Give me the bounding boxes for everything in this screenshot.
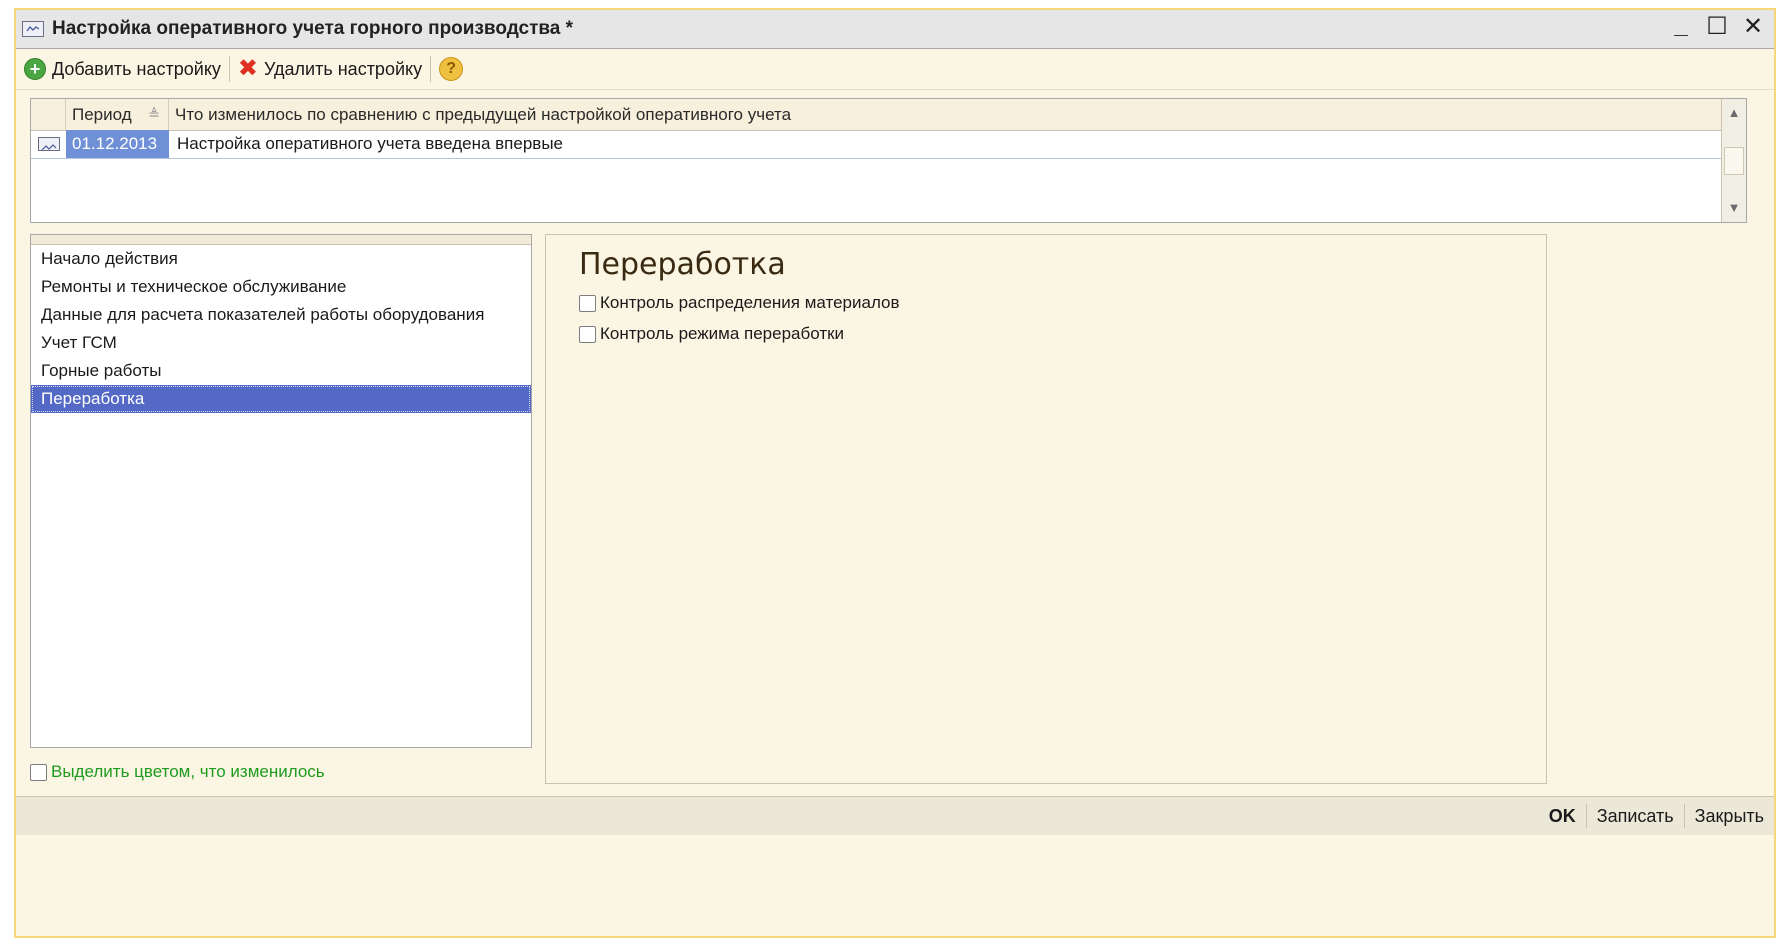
nav-item-fuel[interactable]: Учет ГСМ [31,329,531,357]
plus-icon: + [24,58,46,80]
delete-setting-button[interactable]: ✖ Удалить настройку [230,52,430,86]
table-row[interactable]: 01.12.2013 Настройка оперативного учета … [31,130,1722,159]
close-form-button[interactable]: Закрыть [1685,806,1774,827]
window-title: Настройка оперативного учета горного про… [52,18,574,39]
section-title: Переработка [579,247,786,282]
processing-mode-control[interactable]: Контроль режима переработки [579,324,844,344]
add-setting-button[interactable]: + Добавить настройку [16,52,229,86]
nav-item-processing[interactable]: Переработка [31,385,531,413]
row-description-cell[interactable]: Настройка оперативного учета введена впе… [169,130,1722,158]
processing-mode-checkbox[interactable] [579,325,596,343]
toolbar: + Добавить настройку ✖ Удалить настройку… [16,49,1774,90]
settings-window: Настройка оперативного учета горного про… [14,8,1776,938]
scroll-up-arrow-icon[interactable]: ▲ [1722,99,1746,127]
header-period[interactable]: Период ≜ [66,99,169,130]
material-distribution-control[interactable]: Контроль распределения материалов [579,293,900,313]
header-description[interactable]: Что изменилось по сравнению с предыдущей… [169,99,1722,130]
settings-history-table: Период ≜ Что изменилось по сравнению с п… [30,98,1747,223]
delete-setting-label: Удалить настройку [264,58,423,79]
row-period-cell[interactable]: 01.12.2013 [66,130,169,158]
table-header: Период ≜ Что изменилось по сравнению с п… [31,99,1722,131]
sort-ascending-icon: ≜ [148,106,160,122]
settings-section-list: Начало действия Ремонты и техническое об… [30,234,532,748]
nav-item-equipment-data[interactable]: Данные для расчета показателей работы об… [31,301,531,329]
delete-x-icon: ✖ [237,55,259,82]
vertical-scrollbar[interactable]: ▲ ▼ [1721,99,1746,222]
settings-panel: Переработка Контроль распределения матер… [545,234,1547,784]
scroll-thumb[interactable] [1724,147,1744,175]
add-setting-label: Добавить настройку [52,58,221,79]
maximize-button[interactable]: ☐ [1706,12,1728,41]
window-controls: _ ☐ ✕ [1670,12,1764,41]
close-button[interactable]: ✕ [1742,12,1764,41]
record-icon [37,137,60,151]
highlight-changes-label: Выделить цветом, что изменилось [51,762,325,781]
save-button[interactable]: Записать [1587,806,1684,827]
list-header [31,235,531,245]
material-distribution-checkbox[interactable] [579,294,596,312]
help-button[interactable]: ? [431,52,471,86]
nav-item-repairs[interactable]: Ремонты и техническое обслуживание [31,273,531,301]
title-bar: Настройка оперативного учета горного про… [16,10,1774,49]
highlight-changes-control[interactable]: Выделить цветом, что изменилось [30,762,325,782]
highlight-changes-checkbox[interactable] [30,763,47,781]
header-period-label: Период [72,104,132,124]
minimize-button[interactable]: _ [1670,12,1692,41]
scroll-down-arrow-icon[interactable]: ▼ [1722,194,1746,222]
row-icon-cell [31,130,66,158]
processing-mode-label: Контроль режима переработки [600,324,845,343]
help-icon: ? [439,57,464,81]
material-distribution-label: Контроль распределения материалов [600,293,900,312]
document-icon [22,21,44,37]
ok-button[interactable]: OK [1539,806,1586,827]
footer-bar: OK Записать Закрыть [16,796,1774,835]
header-icon-column [31,99,66,130]
nav-item-start[interactable]: Начало действия [31,245,531,273]
nav-item-mining[interactable]: Горные работы [31,357,531,385]
